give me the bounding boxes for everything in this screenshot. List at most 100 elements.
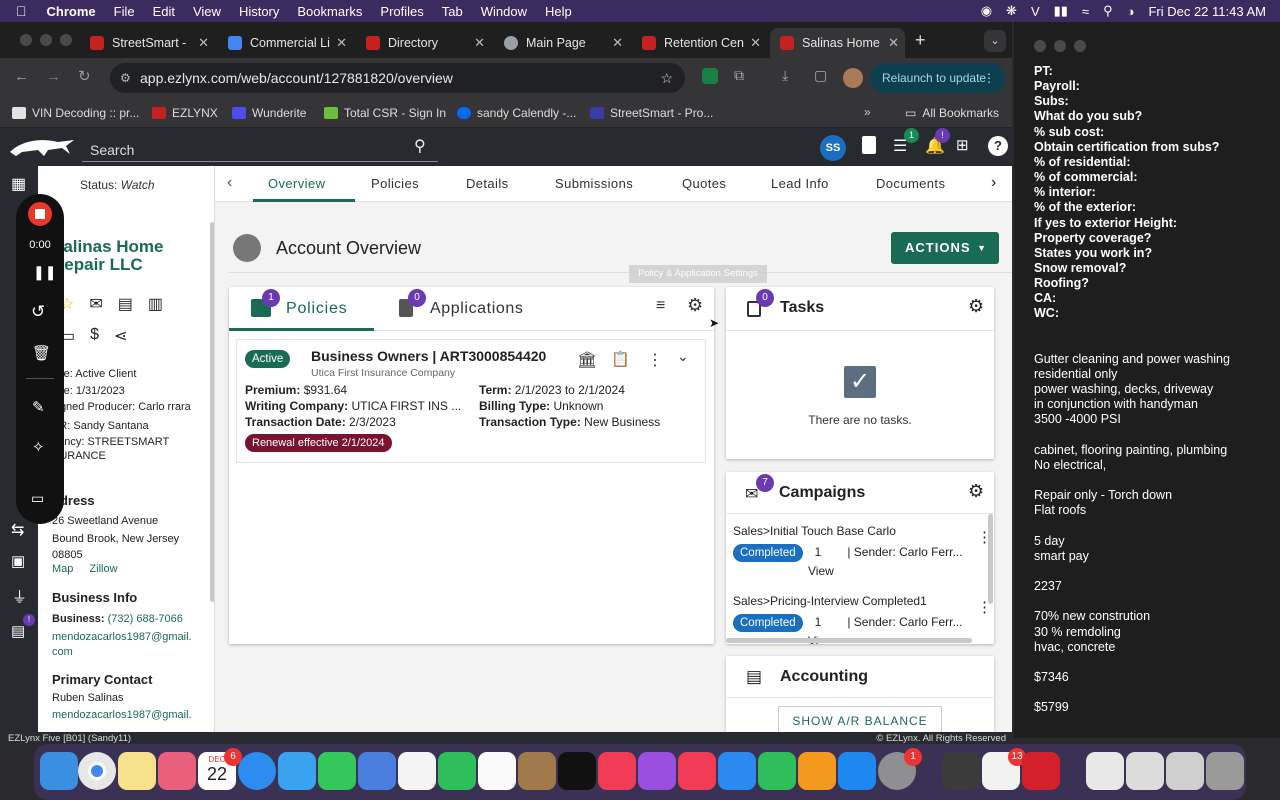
address-bar[interactable]: ⚙ app.ezlynx.com/web/account/127881820/o… bbox=[110, 63, 685, 93]
bookmark-calendly[interactable]: sandy Calendly -... bbox=[457, 106, 576, 120]
tab-directory[interactable]: Directory ✕ bbox=[356, 28, 491, 58]
acrobat-icon[interactable] bbox=[1022, 752, 1060, 790]
plug-icon[interactable]: ⏚ bbox=[12, 586, 27, 607]
side-panel-icon[interactable]: ▢ bbox=[814, 67, 827, 84]
mail-icon[interactable]: ✉ bbox=[89, 294, 102, 314]
help-icon[interactable]: ? bbox=[988, 136, 1008, 156]
business-email[interactable]: mendozacarlos1987@gmail.com bbox=[52, 630, 197, 660]
tab-main-page[interactable]: Main Page ✕ bbox=[494, 28, 629, 58]
pages-icon[interactable] bbox=[798, 752, 836, 790]
nav-next-icon[interactable]: › bbox=[991, 174, 996, 192]
photos-icon[interactable] bbox=[398, 752, 436, 790]
more-bookmarks-icon[interactable]: » bbox=[864, 105, 871, 119]
menu-view[interactable]: View bbox=[193, 4, 221, 19]
download-icon[interactable]: ⤓ bbox=[782, 67, 788, 84]
policy-title[interactable]: Business Owners | ART3000854420 bbox=[311, 348, 546, 364]
gift-icon[interactable]: ▤ bbox=[11, 622, 25, 640]
nav-prev-icon[interactable]: ‹ bbox=[227, 174, 232, 192]
camera-icon[interactable]: ▭ bbox=[31, 490, 44, 507]
new-document-icon[interactable] bbox=[862, 136, 876, 154]
campaigns-gear-icon[interactable]: ⚙ bbox=[968, 481, 984, 502]
policy-item[interactable]: Active Business Owners | ART3000854420 U… bbox=[236, 339, 706, 463]
minimize-window-icon[interactable] bbox=[1054, 40, 1066, 52]
tab-overview[interactable]: Overview bbox=[268, 176, 325, 191]
menu-help[interactable]: Help bbox=[545, 4, 572, 19]
tab-commercial[interactable]: Commercial Li ✕ bbox=[218, 28, 353, 58]
campaign-row[interactable]: Sales>Pricing-Interview Completed1 Compl… bbox=[733, 594, 983, 644]
relaunch-button[interactable]: Relaunch to update ⋮ bbox=[870, 63, 1005, 93]
chat-icon[interactable]: ▤ bbox=[118, 294, 133, 314]
grammarly-icon[interactable]: ◉ bbox=[981, 3, 992, 19]
tasks-gear-icon[interactable]: ⚙ bbox=[968, 296, 984, 317]
tab-retention[interactable]: Retention Cen ✕ bbox=[632, 28, 767, 58]
search-icon[interactable]: ⚲ bbox=[414, 136, 426, 156]
pen-icon[interactable]: ✎ bbox=[32, 398, 45, 416]
messages-icon[interactable] bbox=[318, 752, 356, 790]
org-chart-icon[interactable]: ⊞ bbox=[956, 136, 969, 154]
menubar-clock[interactable]: Fri Dec 22 11:43 AM bbox=[1148, 4, 1266, 19]
tab-submissions[interactable]: Submissions bbox=[555, 176, 633, 191]
zoom-window-icon[interactable] bbox=[1074, 40, 1086, 52]
stop-record-button[interactable] bbox=[28, 202, 52, 226]
status-value[interactable]: Watch bbox=[121, 178, 155, 192]
facetime-icon[interactable] bbox=[438, 752, 476, 790]
tab-documents[interactable]: Documents bbox=[876, 176, 945, 191]
back-icon[interactable]: ← bbox=[14, 68, 29, 85]
menubar-app-name[interactable]: Chrome bbox=[47, 4, 96, 19]
reload-icon[interactable]: ↻ bbox=[78, 67, 91, 85]
launchpad-icon[interactable] bbox=[158, 752, 196, 790]
bookmark-streetsmart[interactable]: StreetSmart - Pro... bbox=[590, 106, 713, 120]
tab-salinas-home[interactable]: Salinas Home ✕ bbox=[770, 28, 905, 58]
panel-scrollbar[interactable] bbox=[210, 222, 214, 602]
clipboard-icon[interactable]: 📋 bbox=[611, 350, 630, 368]
close-tab-icon[interactable]: ✕ bbox=[474, 35, 485, 51]
numbers-icon[interactable] bbox=[758, 752, 796, 790]
podcasts-icon[interactable] bbox=[638, 752, 676, 790]
bookmark-vin[interactable]: VIN Decoding :: pr... bbox=[12, 106, 139, 120]
briefcase-icon[interactable]: ▣ bbox=[11, 552, 25, 570]
music-icon[interactable] bbox=[598, 752, 636, 790]
wifi-icon[interactable]: ≈ bbox=[1082, 4, 1089, 19]
gear-status-icon[interactable]: ❋ bbox=[1006, 3, 1017, 19]
bookmark-ezlynx[interactable]: EZLYNX bbox=[152, 106, 218, 120]
applications-tab[interactable]: Applications bbox=[430, 300, 523, 318]
contacts-icon[interactable] bbox=[518, 752, 556, 790]
app-store-icon[interactable] bbox=[838, 752, 876, 790]
site-info-icon[interactable]: ⚙ bbox=[120, 63, 131, 93]
control-center-icon[interactable]: ◑ bbox=[1127, 4, 1135, 19]
contact-email[interactable]: mendozacarlos1987@gmail. bbox=[52, 707, 192, 724]
close-window-icon[interactable] bbox=[20, 34, 32, 46]
tab-lead-info[interactable]: Lead Info bbox=[771, 176, 829, 191]
profile-avatar-icon[interactable] bbox=[843, 68, 863, 88]
sort-icon[interactable]: ≡ bbox=[656, 297, 665, 315]
forward-icon[interactable]: → bbox=[46, 68, 61, 85]
recent-window-icon[interactable] bbox=[1166, 752, 1204, 790]
notes-app-icon[interactable] bbox=[118, 752, 156, 790]
transfer-icon[interactable]: ⇆ bbox=[11, 520, 24, 540]
bookmark-wunderite[interactable]: Wunderite bbox=[232, 106, 306, 120]
more-options-icon[interactable]: ⋮ bbox=[647, 350, 663, 370]
search-input[interactable]: Search bbox=[82, 134, 438, 162]
recent-window-icon[interactable] bbox=[1126, 752, 1164, 790]
apple-tv-icon[interactable] bbox=[558, 752, 596, 790]
expand-chevron-icon[interactable]: ⌄ bbox=[677, 348, 689, 365]
tab-streetsmart[interactable]: StreetSmart - ✕ bbox=[80, 28, 215, 58]
zillow-link[interactable]: Zillow bbox=[89, 563, 117, 575]
dashboard-icon[interactable]: ▦ bbox=[11, 174, 26, 194]
chrome-icon[interactable] bbox=[78, 752, 116, 790]
close-tab-icon[interactable]: ✕ bbox=[336, 35, 347, 51]
gear-icon[interactable]: ⚙ bbox=[687, 295, 703, 316]
close-tab-icon[interactable]: ✕ bbox=[612, 35, 623, 51]
new-tab-icon[interactable]: + bbox=[915, 30, 926, 51]
minimize-window-icon[interactable] bbox=[40, 34, 52, 46]
bookmark-star-icon[interactable]: ☆ bbox=[660, 63, 673, 93]
all-bookmarks[interactable]: ▭ All Bookmarks bbox=[905, 106, 999, 120]
spotlight-icon[interactable]: ⚲ bbox=[1103, 3, 1113, 19]
bank-icon[interactable]: 🏛 bbox=[577, 350, 597, 370]
keynote-icon[interactable] bbox=[718, 752, 756, 790]
safari-icon[interactable] bbox=[238, 752, 276, 790]
tab-search-icon[interactable]: ⌄ bbox=[984, 30, 1006, 52]
news-icon[interactable] bbox=[678, 752, 716, 790]
maps-icon[interactable] bbox=[358, 752, 396, 790]
restart-icon[interactable]: ↺ bbox=[31, 302, 45, 322]
